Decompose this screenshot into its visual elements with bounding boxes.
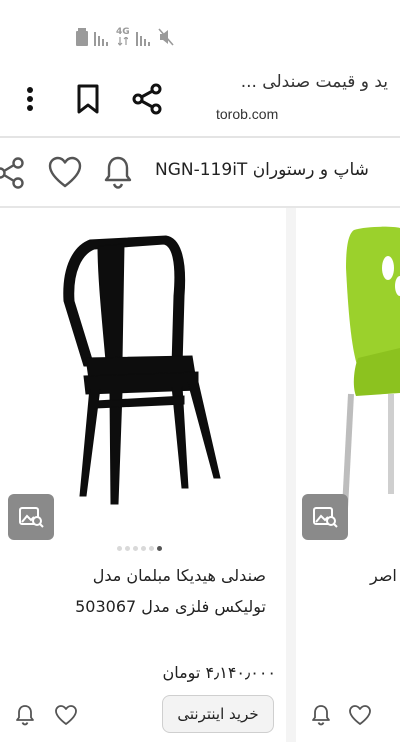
product-image[interactable] (296, 208, 400, 509)
more-vert-icon[interactable] (18, 84, 42, 114)
product-price: ۴٫۱۴۰٫۰۰۰ تومان (162, 663, 276, 682)
pagination-dot-active (157, 546, 162, 551)
heart-icon[interactable] (47, 156, 83, 190)
bookmark-icon[interactable] (74, 84, 102, 114)
product-title[interactable]: اصر (370, 560, 397, 591)
pagination-dot (133, 546, 138, 551)
product-title[interactable]: صندلی هیدیکا مبلمان مدل تولیکس فلزی مدل … (6, 560, 266, 622)
image-pagination (117, 546, 162, 551)
compare-image-button[interactable] (302, 494, 348, 540)
share-icon[interactable] (132, 83, 162, 115)
network-label: 4G (116, 27, 130, 37)
page-url[interactable]: torob.com (216, 106, 278, 122)
share-icon[interactable] (0, 156, 28, 190)
signal-icon (94, 28, 110, 46)
pagination-dot (125, 546, 130, 551)
compare-image-button[interactable] (8, 494, 54, 540)
product-header: شاپ و رستوران NGN-119iT (0, 138, 400, 206)
product-title-line1: صندلی هیدیکا مبلمان مدل (92, 566, 266, 585)
buy-online-button[interactable]: خرید اینترنتی (162, 695, 274, 733)
status-icons: 4G (76, 26, 174, 48)
pagination-dot (149, 546, 154, 551)
page-title: ید و قیمت صندلی ... (240, 72, 388, 92)
signal-icon (135, 28, 152, 46)
heart-icon[interactable] (348, 704, 372, 726)
product-cards: صندلی هیدیکا مبلمان مدل تولیکس فلزی مدل … (0, 208, 400, 742)
product-card[interactable]: اصر (296, 208, 400, 742)
battery-icon (76, 28, 88, 46)
pagination-dot (117, 546, 122, 551)
heart-icon[interactable] (54, 704, 78, 726)
image-search-icon (19, 507, 44, 528)
image-search-icon (313, 507, 338, 528)
mute-icon (158, 28, 174, 46)
product-name: شاپ و رستوران NGN-119iT (155, 160, 369, 180)
product-title-line2: تولیکس فلزی مدل 503067 (75, 597, 266, 616)
bell-icon[interactable] (14, 704, 36, 726)
bell-icon[interactable] (310, 704, 332, 726)
product-image[interactable] (14, 216, 276, 516)
browser-toolbar: ید و قیمت صندلی ... torob.com (0, 64, 400, 136)
bell-icon[interactable] (100, 154, 136, 190)
status-bar: 4G (0, 0, 400, 64)
pagination-dot (141, 546, 146, 551)
product-card[interactable]: صندلی هیدیکا مبلمان مدل تولیکس فلزی مدل … (0, 208, 286, 742)
network-type: 4G (116, 28, 130, 46)
